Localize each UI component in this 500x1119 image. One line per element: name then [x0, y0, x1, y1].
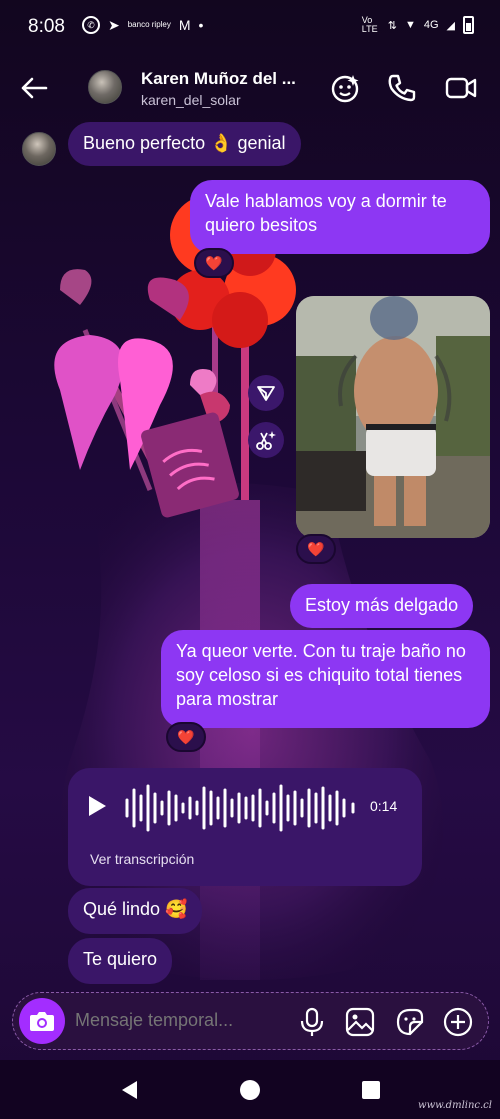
message-bubble-incoming[interactable]: Qué lindo 🥰 [68, 888, 203, 934]
message-text: Ya queor verte. Con tu traje baño no soy… [176, 641, 466, 709]
battery-icon [463, 16, 474, 34]
message-text: Vale hablamos voy a dormir te quiero bes… [205, 191, 447, 235]
ai-edit-icon[interactable] [248, 422, 284, 458]
signal-icon: ◢ [446, 19, 455, 32]
message-bubble-incoming[interactable]: Te quiero [68, 938, 173, 984]
bank-app-icon: banco ripley [127, 20, 171, 29]
wifi-icon: ▼ [404, 19, 416, 31]
photo-content [296, 296, 490, 538]
whatsapp-icon: ✆ [82, 16, 100, 34]
waveform[interactable] [124, 782, 360, 834]
gallery-icon[interactable] [345, 1007, 375, 1037]
gmail-icon: M [178, 17, 191, 33]
message-bubble-incoming[interactable]: Bueno perfecto 👌 genial [68, 122, 301, 166]
voice-duration: 0:14 [370, 798, 398, 814]
more-notifications-icon: • [198, 17, 204, 33]
voice-message[interactable]: 0:14 Ver transcripción [68, 768, 422, 886]
effects-icon[interactable] [329, 72, 361, 104]
nav-home-icon[interactable] [238, 1078, 262, 1102]
status-time: 8:08 [28, 16, 65, 37]
plus-icon[interactable] [443, 1007, 473, 1037]
reaction-emoji: ❤️ [177, 728, 195, 745]
system-icons: Vo LTE ⇅ ▼ 4G ◢ [362, 16, 474, 34]
message-input[interactable] [75, 1010, 285, 1031]
message-bubble-outgoing[interactable]: Ya queor verte. Con tu traje baño no soy… [161, 630, 490, 728]
telegram-icon: ➤ [108, 16, 120, 33]
back-arrow-icon[interactable] [18, 72, 50, 104]
heart-reaction[interactable]: ❤️ [296, 534, 336, 564]
camera-icon[interactable] [19, 998, 65, 1044]
data-arrows-icon: ⇅ [387, 19, 397, 32]
microphone-icon[interactable] [297, 1007, 327, 1037]
message-text: Bueno perfecto 👌 genial [83, 133, 286, 153]
video-icon[interactable] [445, 72, 477, 104]
nav-back-icon[interactable] [118, 1078, 142, 1102]
message-bubble-outgoing[interactable]: Estoy más delgado [290, 584, 474, 628]
volte-icon: Vo LTE [361, 15, 378, 34]
watermark: www.dmlinc.cl [418, 1100, 492, 1111]
photo-message[interactable] [296, 296, 490, 538]
status-bar: 8:08 ✆ ➤ banco ripley M • Vo LTE ⇅ ▼ 4G … [0, 0, 500, 52]
message-bubble-outgoing[interactable]: Vale hablamos voy a dormir te quiero bes… [190, 180, 490, 254]
heart-reaction[interactable]: ❤️ [194, 248, 234, 278]
message-text: Estoy más delgado [305, 595, 459, 615]
reaction-emoji: ❤️ [205, 254, 223, 271]
contact-username[interactable]: karen_del_solar [141, 92, 241, 108]
system-nav-bar: www.dmlinc.cl [0, 1060, 500, 1119]
sticker-icon[interactable] [395, 1007, 425, 1037]
contact-avatar[interactable] [88, 70, 122, 104]
sender-avatar[interactable] [22, 132, 56, 166]
message-text: Te quiero [83, 949, 158, 969]
contact-name[interactable]: Karen Muñoz del ... [141, 69, 301, 89]
forward-icon[interactable] [248, 375, 284, 411]
nav-recents-icon[interactable] [359, 1078, 383, 1102]
play-icon[interactable] [86, 794, 108, 818]
view-transcription-link[interactable]: Ver transcripción [90, 851, 194, 867]
heart-reaction[interactable]: ❤️ [166, 722, 206, 752]
message-text: Qué lindo 🥰 [83, 899, 188, 919]
reaction-emoji: ❤️ [307, 540, 325, 557]
notification-icons: ✆ ➤ banco ripley M • [82, 16, 203, 34]
network-type: 4G [423, 19, 439, 31]
message-composer [12, 992, 489, 1050]
chat-header: Karen Muñoz del ... karen_del_solar [0, 52, 500, 124]
phone-icon[interactable] [386, 72, 418, 104]
